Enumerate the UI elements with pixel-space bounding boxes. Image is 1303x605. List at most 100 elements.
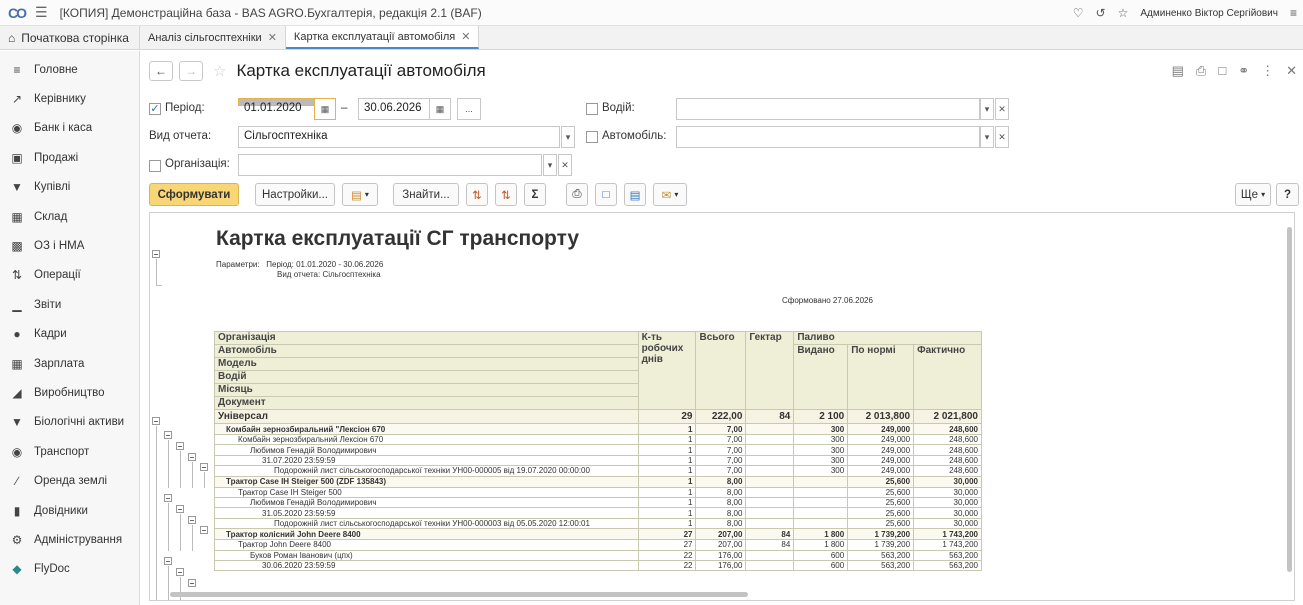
table-row[interactable]: Трактор колісний John Deere 8400 27 207,00… (214, 528, 982, 541)
table-row[interactable]: Трактор Case IH Steiger 500 (ZDF 135843)… (214, 475, 982, 488)
table-row[interactable]: 31.07.2020 23:59:59 1 7,00 300 249,000 248,60… (214, 454, 982, 467)
collapse-icon[interactable] (164, 431, 172, 439)
sidebar-item-main[interactable]: ≡ Головне (0, 55, 139, 84)
table-row[interactable]: Комбайн зернозбиральний "Лексіон 670 1 7,0… (214, 423, 982, 435)
help-button[interactable]: ? (1276, 183, 1299, 206)
collapse-icon[interactable] (200, 463, 208, 471)
table-row[interactable]: Трактор John Deere 8400 27 207,00 84 1 800 1 … (214, 539, 982, 551)
vehicle-checkbox[interactable] (586, 131, 598, 143)
sidebar-item-flydoc[interactable]: ◆ FlyDoc (0, 555, 139, 584)
sidebar-item-production[interactable]: ◢ Виробництво (0, 378, 139, 407)
calendar-from-button[interactable]: ▦ (314, 98, 336, 120)
bell-icon[interactable]: ♡ (1073, 6, 1084, 20)
history-icon[interactable]: ↺ (1096, 6, 1106, 20)
sidebar-item-administration[interactable]: ⚙ Адміністрування (0, 525, 139, 554)
close-icon[interactable]: ✕ (461, 30, 470, 43)
driver-clear-button[interactable]: ✕ (995, 98, 1009, 120)
preview-button[interactable]: □ (595, 183, 617, 206)
sidebar-item-management[interactable]: ↗ Керівнику (0, 84, 139, 113)
period-select-button[interactable]: ... (457, 98, 481, 120)
sidebar-item-reports[interactable]: ▁ Звіти (0, 290, 139, 319)
sidebar-item-operations[interactable]: ⇅ Операції (0, 261, 139, 290)
report-area[interactable]: Картка експлуатації СГ транспорту Параме… (149, 212, 1295, 601)
sidebar-item-hr[interactable]: ● Кадри (0, 320, 139, 349)
sidebar-item-salary[interactable]: ▦ Зарплата (0, 349, 139, 378)
back-button[interactable]: ← (149, 61, 173, 81)
report-type-dropdown-button[interactable]: ▾ (561, 126, 575, 148)
vehicle-dropdown-button[interactable]: ▾ (980, 126, 994, 148)
collapse-icon[interactable] (152, 250, 160, 258)
table-row[interactable]: Подорожній лист сільськогосподарської те… (214, 465, 982, 477)
collapse-icon[interactable] (164, 494, 172, 502)
sidebar-item-bank[interactable]: ◉ Банк і каса (0, 114, 139, 143)
sort-ascending-button[interactable]: ⇅ (466, 183, 488, 206)
find-button[interactable]: Знайти... (393, 183, 459, 206)
collapse-icon[interactable] (188, 579, 196, 587)
organization-checkbox[interactable] (149, 160, 161, 172)
save-button[interactable]: ▤ (624, 183, 646, 206)
organization-input[interactable] (238, 154, 542, 176)
sidebar-item-purchases[interactable]: ▼ Купівлі (0, 173, 139, 202)
forward-button[interactable]: → (179, 61, 203, 81)
sidebar-item-fixed-assets[interactable]: ▩ ОЗ і НМА (0, 231, 139, 260)
link-icon[interactable]: ⚭ (1238, 63, 1249, 79)
table-row[interactable]: Трактор Case IH Steiger 500 1 8,00 25,600 30… (214, 486, 982, 498)
sum-button[interactable]: Σ (524, 183, 546, 206)
vertical-scrollbar[interactable] (1287, 227, 1292, 572)
app-logo-icon[interactable]: CO (8, 5, 27, 21)
preview-icon[interactable]: □ (1218, 63, 1226, 79)
generate-button[interactable]: Сформувати (149, 183, 239, 206)
print-icon[interactable]: ⎙ (1196, 63, 1206, 79)
sidebar-item-land-lease[interactable]: ∕ Оренда землі (0, 466, 139, 495)
organization-dropdown-button[interactable]: ▾ (543, 154, 557, 176)
driver-input[interactable] (676, 98, 980, 120)
settings-button[interactable]: Настройки... (255, 183, 335, 206)
driver-dropdown-button[interactable]: ▾ (980, 98, 994, 120)
organization-clear-button[interactable]: ✕ (558, 154, 572, 176)
tab-home[interactable]: ⌂ Початкова сторінка (0, 26, 140, 49)
more-vertical-icon[interactable]: ⋮ (1261, 63, 1274, 79)
vehicle-input[interactable] (676, 126, 980, 148)
settings-menu-icon[interactable]: ≡ (1290, 6, 1297, 20)
collapse-icon[interactable] (176, 505, 184, 513)
table-row[interactable]: Буков Роман Іванович (цпх) 22 176,00 600 563… (214, 549, 982, 561)
driver-checkbox[interactable] (586, 103, 598, 115)
collapse-icon[interactable] (176, 442, 184, 450)
user-name[interactable]: Админенко Віктор Сергійович (1140, 8, 1278, 19)
close-icon[interactable]: ✕ (1286, 63, 1297, 79)
sidebar-item-catalogs[interactable]: ▮ Довідники (0, 496, 139, 525)
table-row[interactable]: Універсал 29 222,00 84 2 100 2 013,800 2 021,8… (214, 409, 982, 424)
table-row[interactable]: 30.06.2020 23:59:59 22 176,00 600 563,200 563… (214, 559, 982, 572)
sort-descending-button[interactable]: ⇅ (495, 183, 517, 206)
collapse-icon[interactable] (200, 526, 208, 534)
report-type-input[interactable]: Сільгосптехніка (238, 126, 560, 148)
period-checkbox[interactable]: ✓ (149, 103, 161, 115)
collapse-icon[interactable] (188, 453, 196, 461)
sidebar-item-bio-assets[interactable]: ▼ Біологічні активи (0, 408, 139, 437)
more-menu-button[interactable]: Ще ▾ (1235, 183, 1271, 206)
vehicle-clear-button[interactable]: ✕ (995, 126, 1009, 148)
table-row[interactable]: 31.05.2020 23:59:59 1 8,00 25,600 30,000 (214, 507, 982, 519)
main-menu-icon[interactable]: ☰ (35, 4, 48, 21)
variants-button[interactable]: ▤ ▾ (342, 183, 378, 206)
send-button[interactable]: ✉ ▾ (653, 183, 687, 206)
table-row[interactable]: Подорожній лист сільськогосподарської те… (214, 517, 982, 530)
collapse-icon[interactable] (152, 417, 160, 425)
table-row[interactable]: Любимов Генадій Володимирович 1 7,00 300 249… (214, 444, 982, 456)
print-button[interactable]: ⎙ (566, 183, 588, 206)
collapse-icon[interactable] (164, 557, 172, 565)
favorites-star-icon[interactable]: ☆ (1118, 6, 1129, 20)
sidebar-item-sales[interactable]: ▣ Продажі (0, 143, 139, 172)
calendar-to-button[interactable]: ▦ (429, 98, 451, 120)
table-row[interactable]: Комбайн зернозбиральний Лексіон 670 1 7,00… (214, 433, 982, 446)
table-row[interactable]: Любимов Генадій Володимирович 1 8,00 25,600… (214, 496, 982, 509)
tab-vehicle-card[interactable]: Картка експлуатації автомобіля ✕ (285, 26, 480, 49)
collapse-icon[interactable] (176, 568, 184, 576)
collapse-icon[interactable] (188, 516, 196, 524)
favorite-star-icon[interactable]: ☆ (213, 62, 226, 80)
horizontal-scrollbar[interactable] (170, 592, 748, 597)
close-icon[interactable]: ✕ (268, 31, 277, 44)
save-icon[interactable]: ▤ (1172, 63, 1184, 79)
tab-analysis[interactable]: Аналіз сільгосптехніки ✕ (140, 26, 286, 49)
sidebar-item-warehouse[interactable]: ▦ Склад (0, 202, 139, 231)
